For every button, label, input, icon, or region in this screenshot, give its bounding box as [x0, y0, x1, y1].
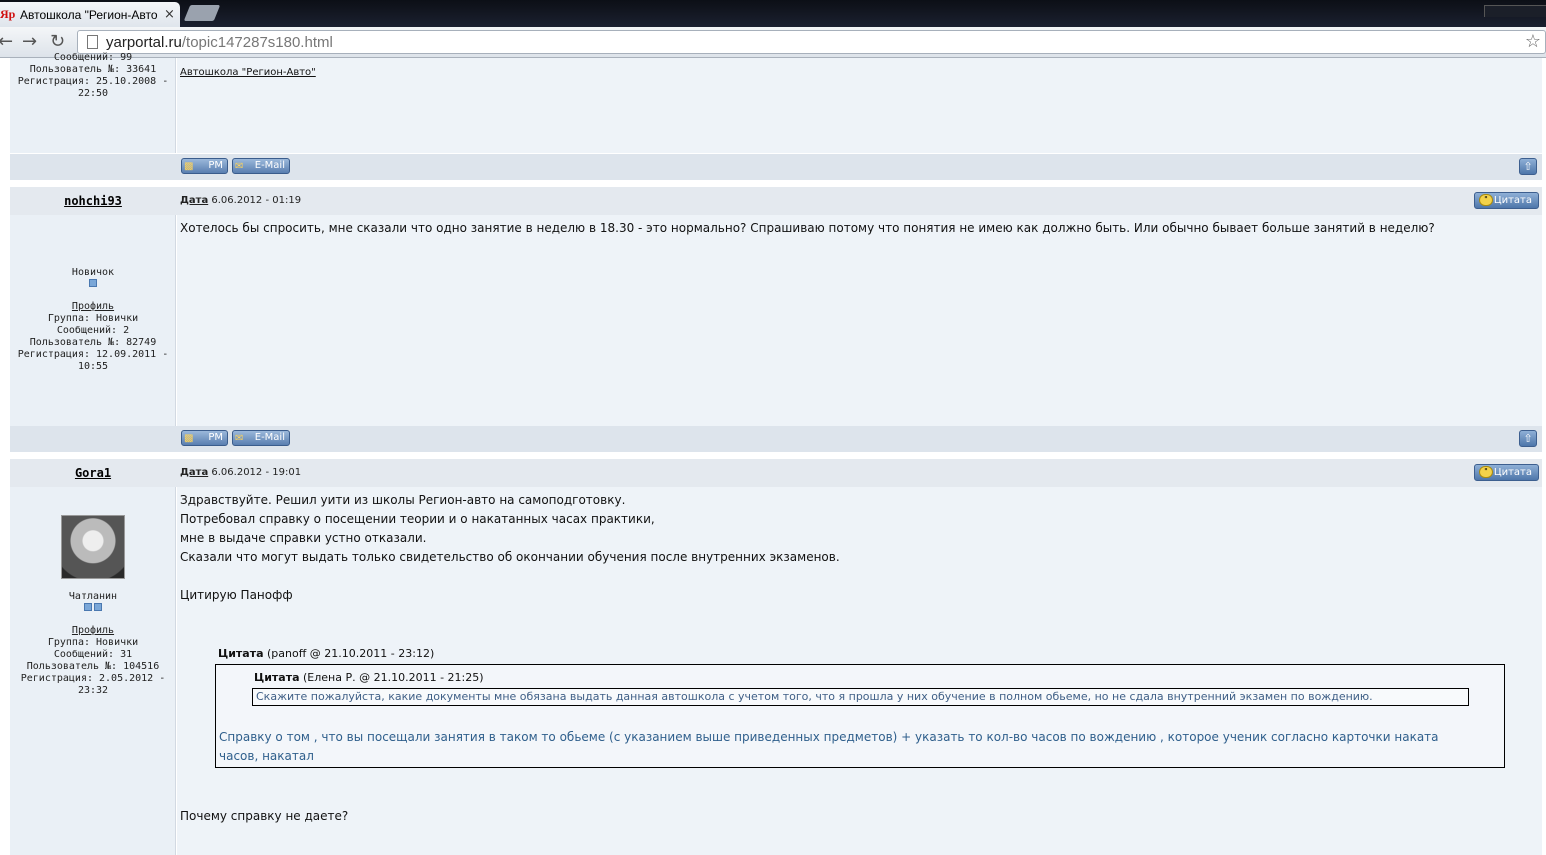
post-date: Дата 6.06.2012 - 19:01	[180, 467, 302, 478]
pm-button[interactable]: ▩ PM	[181, 158, 228, 174]
quote-answer-text: Справку о том , что вы посещали занятия …	[219, 730, 1439, 763]
post-body	[177, 215, 1542, 426]
browser-tab[interactable]: Яр Автошкола "Регион-Авто" ×	[0, 2, 180, 27]
email-button[interactable]: ✉ E-Mail	[232, 430, 290, 446]
post-text: Здравствуйте. Решил уити из школы Регион…	[180, 493, 840, 602]
prev-post-meta: Сообщений: 99 Пользователь №: 33641 Реги…	[17, 52, 169, 99]
author-meta: Чатланин Профиль Группа: Новички Сообщен…	[10, 591, 176, 697]
scroll-top-icon[interactable]: ⇧	[1519, 158, 1537, 175]
post-author[interactable]: Gora1	[10, 466, 176, 480]
quote-button[interactable]: " Цитата	[1474, 464, 1539, 481]
profile-link[interactable]: Профиль	[10, 301, 176, 313]
nested-quote-header: Цитата (Елена Р. @ 21.10.2011 - 21:25)	[254, 671, 484, 684]
email-icon: ✉	[235, 433, 244, 444]
browser-toolbar: ← → ↻ yarportal.ru/topic147287s180.html …	[0, 27, 1546, 58]
quote-icon: "	[1479, 466, 1493, 478]
pm-icon: ▩	[184, 161, 194, 172]
bookmark-star-icon[interactable]: ☆	[1525, 31, 1541, 52]
rank-pip	[84, 603, 92, 611]
forward-arrow-icon[interactable]: →	[22, 31, 37, 53]
quote-button[interactable]: " Цитата	[1474, 192, 1539, 209]
new-tab-button[interactable]	[183, 5, 221, 21]
reload-icon[interactable]: ↻	[50, 31, 65, 53]
pm-button[interactable]: ▩ PM	[181, 430, 228, 446]
quote-icon: "	[1479, 194, 1493, 206]
author-meta: Новичок Профиль Группа: Новички Сообщени…	[10, 267, 176, 373]
page-icon	[87, 35, 98, 49]
address-bar[interactable]: yarportal.ru/topic147287s180.html ☆	[77, 30, 1546, 54]
post-author[interactable]: nohchi93	[10, 194, 176, 208]
quote-header: Цитата (panoff @ 21.10.2011 - 23:12)	[218, 647, 435, 660]
signature-link[interactable]: Автошкола "Регион-Авто"	[180, 67, 316, 78]
email-icon: ✉	[235, 161, 244, 172]
avatar	[61, 515, 125, 579]
url-text[interactable]: yarportal.ru/topic147287s180.html	[106, 34, 333, 51]
tab-bar: Яр Автошкола "Регион-Авто" ×	[0, 0, 1546, 27]
rank-pip	[89, 279, 97, 287]
profile-link[interactable]: Профиль	[10, 625, 176, 637]
rank-pip	[94, 603, 102, 611]
prev-post-body	[177, 58, 1542, 153]
scroll-top-icon[interactable]: ⇧	[1519, 430, 1537, 447]
nested-quote-text: Скажите пожалуйста, какие документы мне …	[252, 688, 1469, 706]
post-text: Хотелось бы спросить, мне сказали что од…	[180, 221, 1435, 235]
pm-icon: ▩	[184, 433, 194, 444]
forum-page: Сообщений: 99 Пользователь №: 33641 Реги…	[0, 52, 1546, 855]
back-arrow-icon[interactable]: ←	[0, 31, 13, 53]
post-date: Дата 6.06.2012 - 01:19	[180, 195, 302, 206]
window-controls[interactable]	[1484, 5, 1546, 17]
tab-title: Автошкола "Регион-Авто"	[20, 7, 158, 22]
post-closing-text: Почему справку не даете?	[180, 809, 349, 823]
site-favicon-icon: Яр	[0, 7, 16, 21]
quote-block: Цитата (Елена Р. @ 21.10.2011 - 21:25) С…	[215, 664, 1505, 768]
close-icon[interactable]: ×	[164, 7, 175, 22]
email-button[interactable]: ✉ E-Mail	[232, 158, 290, 174]
